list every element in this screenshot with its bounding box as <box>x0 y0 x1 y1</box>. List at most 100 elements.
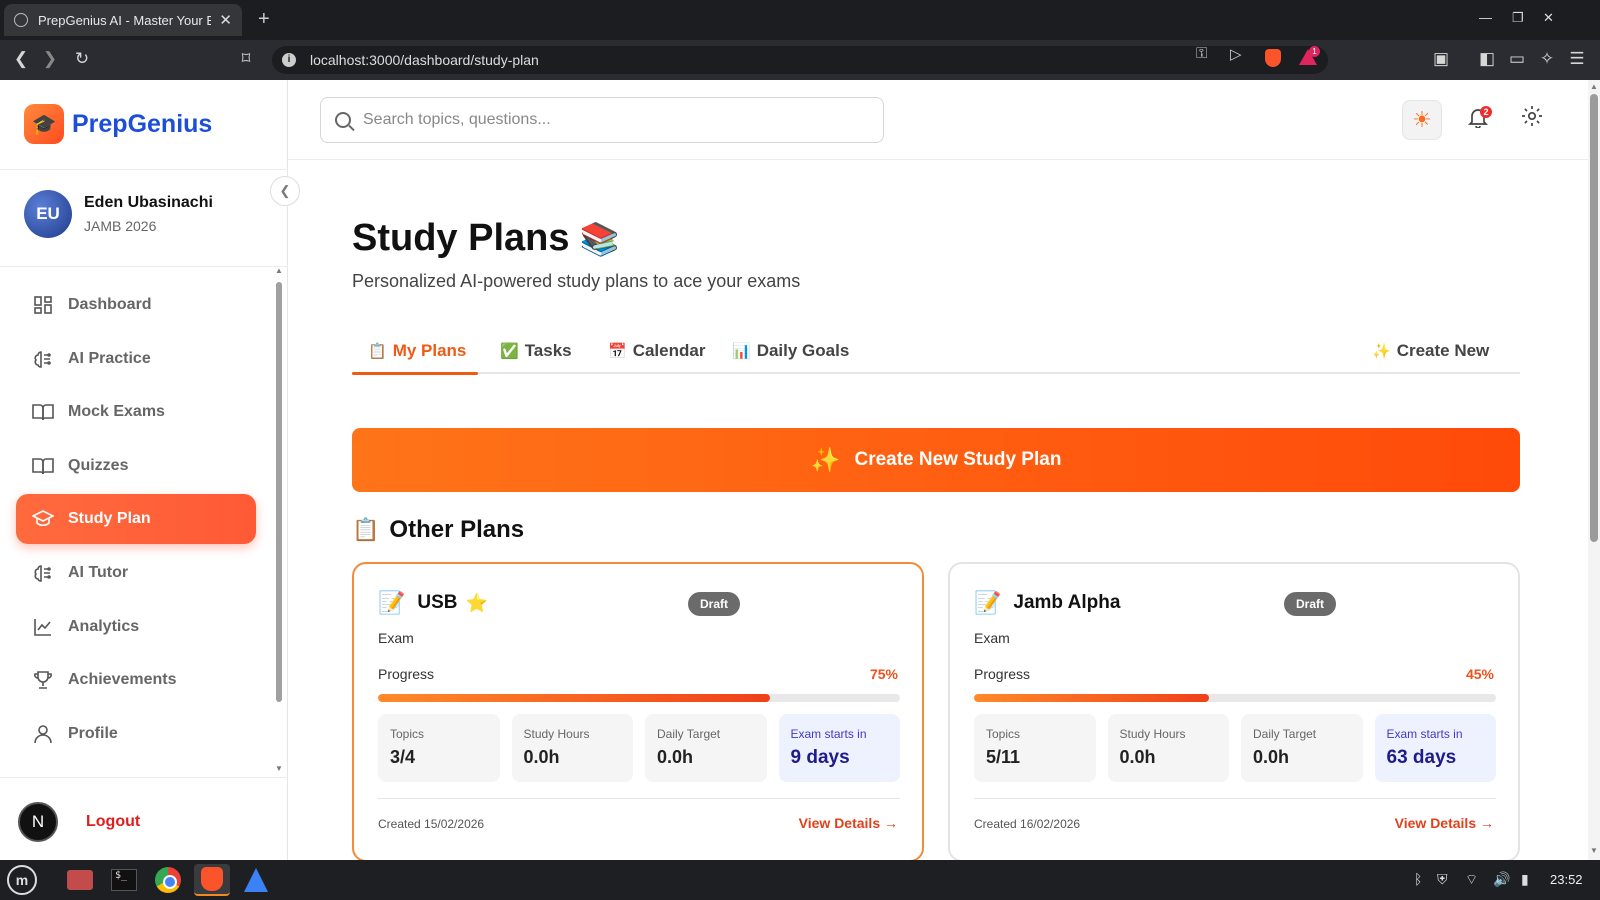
tab-my-plans[interactable]: 📋 My Plans <box>368 336 466 366</box>
shield-icon[interactable]: ⛨ <box>1437 871 1448 888</box>
plan-card[interactable]: 📝 USB ⭐ Draft Exam Progress 75% Topics 3… <box>352 562 924 862</box>
top-bar: Search topics, questions... ☀ 2 <box>288 80 1588 160</box>
sidebar-item-quizzes[interactable]: Quizzes <box>16 441 256 491</box>
url-text: localhost:3000/dashboard/study-plan <box>310 52 539 68</box>
sidebar-nav: Dashboard AI Practice Mock Exams Quizzes <box>16 280 256 762</box>
arch-app-icon[interactable] <box>238 864 274 896</box>
maximize-icon[interactable]: ❐ <box>1512 10 1524 26</box>
sidebar-toggle-icon[interactable]: ◧ <box>1476 49 1498 69</box>
sidebar-item-analytics[interactable]: Analytics <box>16 602 256 652</box>
search-placeholder: Search topics, questions... <box>363 111 551 128</box>
check-icon: ✅ <box>500 343 519 360</box>
tab-create-new[interactable]: ✨ Create New <box>1372 336 1489 366</box>
tab-title: PrepGenius AI - Master Your E <box>38 12 212 28</box>
key-icon[interactable]: ⚿ <box>1196 45 1207 62</box>
leo-ai-icon[interactable]: ✧ <box>1536 49 1558 69</box>
battery-icon[interactable]: ▮ <box>1521 871 1529 888</box>
view-details-link[interactable]: View Details → <box>799 815 898 831</box>
star-icon[interactable]: ⭐ <box>466 593 488 614</box>
memo-icon: 📝 <box>974 590 1002 615</box>
stat-label: Exam starts in <box>1386 727 1463 741</box>
sidebar-item-label: AI Tutor <box>68 563 129 581</box>
scroll-up-icon[interactable]: ▲ <box>275 266 283 275</box>
logout-button[interactable]: N Logout <box>18 802 140 842</box>
screenshot-icon[interactable]: ▣ <box>1430 49 1452 69</box>
theme-toggle-sun-icon[interactable]: ☀ <box>1402 100 1442 140</box>
stat-label: Daily Target <box>1253 727 1317 741</box>
user-exam: JAMB 2026 <box>84 218 157 234</box>
browser-tab[interactable]: PrepGenius AI - Master Your E ✕ <box>4 4 242 36</box>
chrome-icon[interactable] <box>150 864 186 896</box>
plan-stats: Topics 3/4 Study Hours 0.0h Daily Target… <box>378 714 900 782</box>
sparkles-icon: ✨ <box>810 446 841 474</box>
sidebar-item-achievements[interactable]: Achievements <box>16 655 256 705</box>
wifi-icon[interactable]: ⌔ <box>1465 871 1478 889</box>
wallet-icon[interactable]: ▭ <box>1506 49 1528 69</box>
book-icon <box>32 401 54 423</box>
collapse-sidebar-button[interactable]: ❮ <box>270 176 300 206</box>
forward-icon[interactable]: ❯ <box>39 49 61 69</box>
search-input[interactable]: Search topics, questions... <box>320 97 884 143</box>
tab-daily-goals[interactable]: 📊 Daily Goals <box>732 336 849 366</box>
sidebar-item-label: Quizzes <box>68 456 129 474</box>
bookmark-icon[interactable]: ⌑ <box>235 49 257 69</box>
scroll-down-icon[interactable]: ▼ <box>1590 846 1598 855</box>
minimize-icon[interactable]: — <box>1479 10 1492 25</box>
main-content: Search topics, questions... ☀ 2 Study Pl… <box>288 80 1600 862</box>
scroll-up-icon[interactable]: ▲ <box>1590 82 1598 91</box>
reload-icon[interactable]: ↻ <box>71 49 93 69</box>
calendar-icon: 📅 <box>608 343 627 360</box>
menu-icon[interactable]: ☰ <box>1566 49 1588 69</box>
brand[interactable]: 🎓 PrepGenius <box>24 104 212 144</box>
brave-icon[interactable] <box>194 864 230 896</box>
sidebar-scrollbar[interactable] <box>276 282 282 702</box>
progress-bar <box>378 694 900 702</box>
view-details-link[interactable]: View Details → <box>1395 815 1494 831</box>
close-tab-icon[interactable]: ✕ <box>219 11 232 29</box>
stat-label: Study Hours <box>1119 727 1186 741</box>
progress-fill <box>974 694 1209 702</box>
divider <box>0 169 288 170</box>
share-icon[interactable]: ▷ <box>1230 45 1242 63</box>
sidebar-item-profile[interactable]: Profile <box>16 709 256 759</box>
plan-card[interactable]: 📝 Jamb Alpha Draft Exam Progress 45% Top… <box>948 562 1520 862</box>
stat-value: 0.0h <box>1253 747 1290 767</box>
os-taskbar: m $_ ᛒ ⛨ ⌔ 🔊 ▮ 23:52 <box>0 860 1600 900</box>
sidebar-item-dashboard[interactable]: Dashboard <box>16 280 256 330</box>
bluetooth-icon[interactable]: ᛒ <box>1414 871 1422 887</box>
bell-icon[interactable] <box>1458 106 1498 134</box>
page-title: Study Plans 📚 <box>352 217 619 260</box>
volume-icon[interactable]: 🔊 <box>1493 871 1510 888</box>
sidebar-item-mock-exams[interactable]: Mock Exams <box>16 387 256 437</box>
tab-calendar[interactable]: 📅 Calendar <box>608 336 705 366</box>
tab-label: Tasks <box>524 341 572 360</box>
brain-icon <box>32 562 54 584</box>
back-icon[interactable]: ❮ <box>10 49 32 69</box>
site-info-icon[interactable]: i <box>282 53 296 67</box>
progress-label: Progress <box>378 666 435 682</box>
rewards-badge: 1 <box>1309 46 1320 57</box>
sidebar-item-ai-tutor[interactable]: AI Tutor <box>16 548 256 598</box>
terminal-icon[interactable]: $_ <box>106 864 142 896</box>
user-profile: EU Eden Ubasinachi JAMB 2026 <box>24 190 213 238</box>
stat-exam-countdown: Exam starts in 63 days <box>1374 714 1496 782</box>
close-window-icon[interactable]: ✕ <box>1543 10 1554 26</box>
brave-shields-icon[interactable] <box>1265 49 1281 67</box>
address-bar[interactable]: i localhost:3000/dashboard/study-plan <box>272 46 1328 74</box>
clipboard-icon: 📋 <box>352 517 380 542</box>
logout-label: Logout <box>86 813 141 830</box>
scroll-down-icon[interactable]: ▼ <box>275 764 283 773</box>
mint-menu-icon[interactable]: m <box>4 864 40 896</box>
clock[interactable]: 23:52 <box>1550 872 1583 887</box>
main-scrollbar[interactable] <box>1590 94 1598 542</box>
new-tab-button[interactable]: + <box>258 8 270 31</box>
sidebar-item-ai-practice[interactable]: AI Practice <box>16 334 256 384</box>
sidebar-item-study-plan[interactable]: Study Plan <box>16 494 256 545</box>
create-study-plan-button[interactable]: ✨ Create New Study Plan <box>352 428 1520 492</box>
sidebar-item-label: Achievements <box>68 671 177 689</box>
next-devtools-icon[interactable]: N <box>18 802 58 842</box>
files-icon[interactable] <box>62 864 98 896</box>
gear-icon[interactable] <box>1512 104 1552 135</box>
created-date: Created 15/02/2026 <box>378 817 485 831</box>
tab-tasks[interactable]: ✅ Tasks <box>500 336 572 366</box>
